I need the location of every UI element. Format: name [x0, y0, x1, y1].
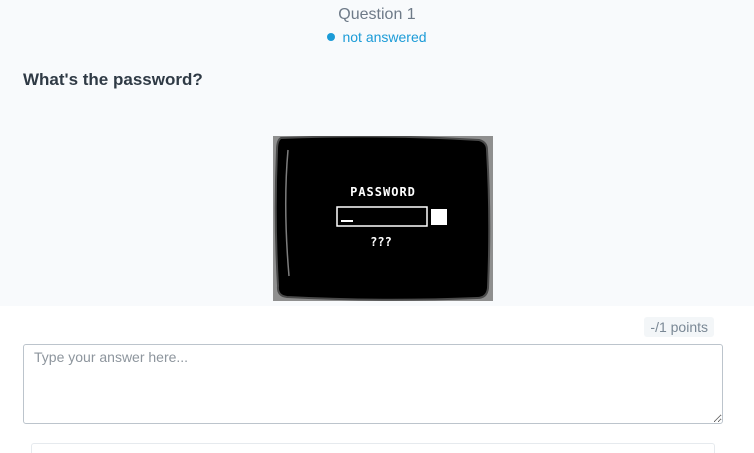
question-panel: Question 1 not answered What's the passw…: [0, 0, 754, 306]
question-number: Question 1: [338, 6, 416, 23]
password-field-drawing: [336, 206, 428, 227]
password-hint: ???: [370, 235, 392, 249]
password-screen-image: PASSWORD ???: [273, 136, 493, 301]
submit-block: [431, 209, 447, 225]
password-screen-drawing: PASSWORD ???: [274, 136, 491, 301]
password-heading: PASSWORD: [350, 185, 416, 199]
points-badge: -/1 points: [644, 317, 714, 337]
answer-input[interactable]: [23, 344, 723, 424]
answer-status: not answered: [0, 29, 754, 45]
status-dot-icon: [327, 33, 336, 41]
next-question-card: [31, 443, 715, 453]
cursor-underscore: [341, 220, 353, 222]
answer-status-label: not answered: [342, 29, 427, 45]
question-prompt: What's the password?: [23, 70, 203, 89]
